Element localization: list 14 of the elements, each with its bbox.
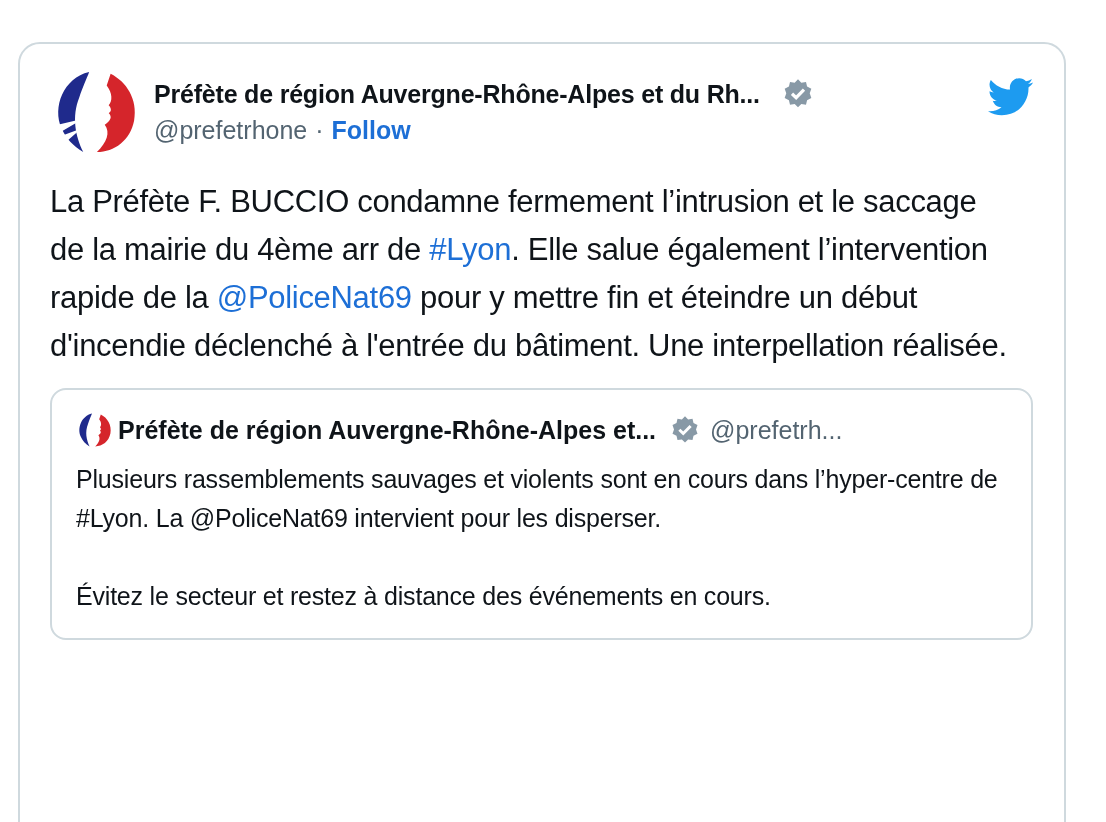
quoted-text: Plusieurs rassemblements sauvages et violents sont en cours dans l’hyper-centre de #Lyon. La @PoliceNat69 intervient pour les disperser.: [76, 464, 999, 534]
author-handle: @prefetrh...: [710, 415, 843, 445]
quoted-text: Évitez le secteur et restez à distance des événements en cours.: [76, 581, 772, 612]
tweet-link[interactable]: #Lyon: [429, 232, 512, 267]
logo-icon: [76, 412, 112, 448]
author-name[interactable]: Préfète de région Auvergne-Rhône-Alpes et du Rh...: [154, 79, 760, 109]
author-name: Préfète de région Auvergne-Rhône-Alpes et...: [118, 415, 657, 445]
author-handle: @prefetrhone: [154, 116, 308, 145]
quoted-tweet[interactable]: [50, 388, 1033, 640]
tweet-text: La Préfète F. BUCCIO condamne fermement l’intrusion et le saccage de la mairie du 4ème arr de #Lyon. Elle salue également l’intervention rapide de la @PoliceNat69 pour y mettre fin et éteindre un début d'incendie déclenché à l'entrée du bâtiment. Une interpellation réalisée.: [50, 183, 1008, 365]
follow-link[interactable]: Follow: [331, 116, 411, 145]
tweet-link[interactable]: @PoliceNat69: [216, 280, 412, 315]
bird-icon[interactable]: [988, 78, 1034, 116]
separator-dot: ·: [315, 116, 324, 145]
